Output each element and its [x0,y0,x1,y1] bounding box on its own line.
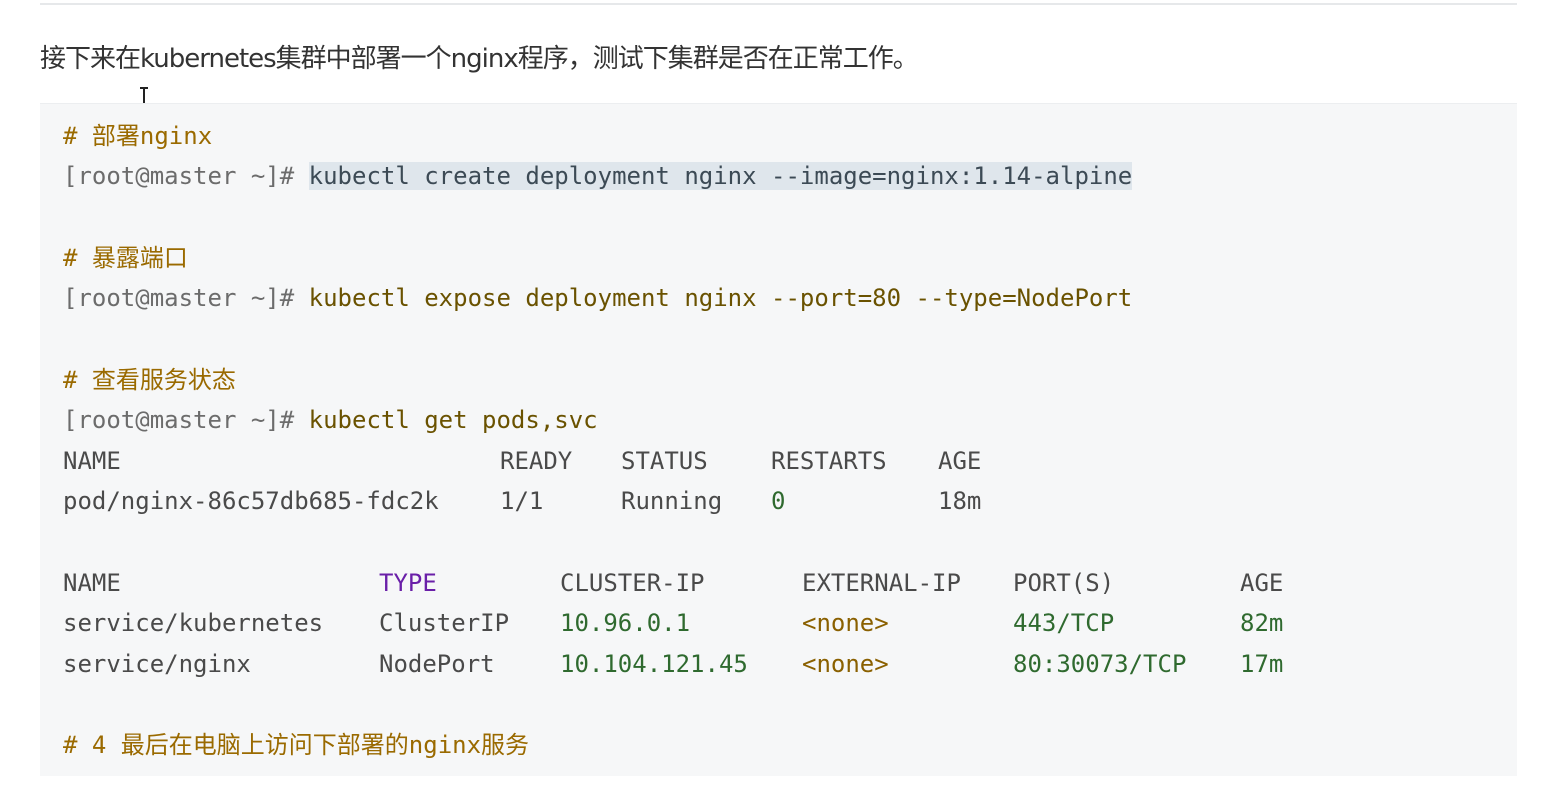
svc-header-type: TYPE [379,569,437,597]
svc-header-ports: PORT(S) [1013,569,1115,597]
code-comment-access: # 4 最后在电脑上访问下部署的nginx服务 [63,731,530,759]
svc-row-name: service/nginx [63,650,251,678]
code-line-create: [root@master ~]# kubectl create deployme… [63,158,1133,194]
svc-header-external-ip: EXTERNAL-IP [802,569,961,597]
svc-row-age: 82m [1240,609,1284,637]
code-comment-expose: # 暴露端口 [63,244,188,272]
svc-row-type: ClusterIP [379,609,510,637]
intro-paragraph: 接下来在kubernetes集群中部署一个nginx程序，测试下集群是否在正常工… [40,44,919,74]
pod-restarts: 0 [771,487,786,515]
svc-row-cluster-ip: 10.104.121.45 [560,650,748,678]
code-block[interactable] [40,103,1517,776]
shell-prompt: [root@master ~]# [63,406,295,434]
svc-row-type: NodePort [379,650,495,678]
top-divider [40,3,1517,5]
svc-row-ports: 443/TCP [1013,609,1115,637]
svc-row-cluster-ip: 10.96.0.1 [560,609,691,637]
svc-row-external-ip: <none> [802,609,889,637]
pods-header-name: NAME [63,447,121,475]
code-line-expose: [root@master ~]# kubectl expose deployme… [63,280,1132,316]
svc-header-age: AGE [1240,569,1284,597]
code-comment-deploy: # 部署nginx [63,122,213,150]
pods-header-age: AGE [938,447,982,475]
pod-status: Running [621,487,723,515]
pods-header-ready: READY [500,447,573,475]
shell-prompt: [root@master ~]# [63,284,295,312]
code-line-get: [root@master ~]# kubectl get pods,svc [63,402,598,438]
svc-row-external-ip: <none> [802,650,889,678]
pods-header-restarts: RESTARTS [771,447,887,475]
svc-row-ports: 80:30073/TCP [1013,650,1187,678]
svc-header-name: NAME [63,569,121,597]
command-expose: kubectl expose deployment nginx --port=8… [308,284,1133,312]
command-get-pods-svc: kubectl get pods,svc [308,406,598,434]
command-create-deployment[interactable]: kubectl create deployment nginx --image=… [308,162,1133,190]
pod-name: pod/nginx-86c57db685-fdc2k [63,487,439,515]
svc-row-age: 17m [1240,650,1284,678]
svc-header-cluster-ip: CLUSTER-IP [560,569,705,597]
code-comment-status: # 查看服务状态 [63,366,236,394]
svc-row-name: service/kubernetes [63,609,324,637]
shell-prompt: [root@master ~]# [63,162,295,190]
pods-header-status: STATUS [621,447,708,475]
pod-age: 18m [938,487,982,515]
pod-ready: 1/1 [500,487,544,515]
